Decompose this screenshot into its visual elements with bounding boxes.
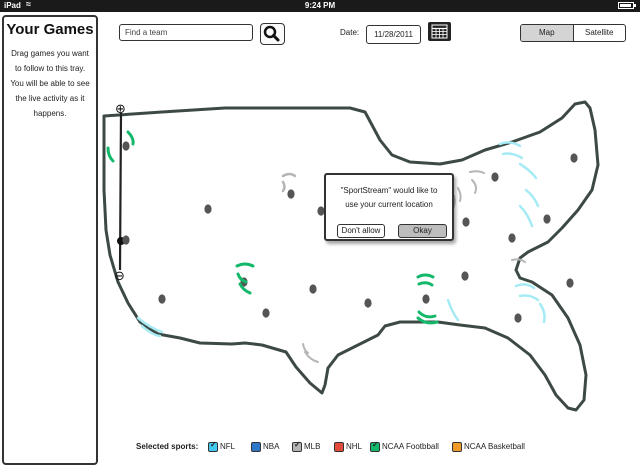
sport-label: NBA xyxy=(263,442,280,451)
mlb-activity xyxy=(281,172,297,178)
nfl-activity xyxy=(446,298,460,322)
game-marker[interactable] xyxy=(158,294,166,304)
ncaa-football-activity xyxy=(235,262,255,268)
game-marker[interactable] xyxy=(122,235,130,245)
game-marker[interactable] xyxy=(543,214,551,224)
dialog-message: "SportStream" would like to use your cur… xyxy=(326,184,452,212)
game-marker[interactable] xyxy=(491,172,499,182)
nfl-activity xyxy=(538,302,546,324)
game-marker[interactable] xyxy=(570,153,578,163)
zoom-out-icon[interactable]: ⊖ xyxy=(114,269,125,284)
mlb-checkbox[interactable]: ✓ xyxy=(292,440,302,452)
nhl-checkbox[interactable] xyxy=(334,442,344,452)
dialog-message-line1: "SportStream" would like to xyxy=(340,186,438,195)
game-marker[interactable] xyxy=(364,298,372,308)
ncaa-football-checkbox[interactable]: ✓ xyxy=(370,440,380,452)
dont-allow-button[interactable]: Don't allow xyxy=(337,224,385,238)
dialog-message-line2: use your current location xyxy=(345,200,433,209)
us-map-outline xyxy=(102,100,600,412)
sports-filter-label: Selected sports: xyxy=(136,442,199,451)
ncaa-basketball-checkbox[interactable] xyxy=(452,442,462,452)
game-marker[interactable] xyxy=(508,233,516,243)
us-map[interactable]: ⊕ ⊖ xyxy=(0,0,640,468)
checkmark-icon: ✓ xyxy=(294,440,301,449)
mlb-activity xyxy=(471,179,477,194)
ncaa-football-activity xyxy=(417,281,434,287)
nfl-activity xyxy=(518,204,534,228)
sport-label: NHL xyxy=(346,442,363,451)
sport-label: NCAA Footbball xyxy=(382,442,439,451)
nfl-activity xyxy=(514,283,536,290)
game-marker[interactable] xyxy=(122,141,130,151)
game-marker[interactable] xyxy=(422,294,430,304)
checkmark-icon: ✓ xyxy=(372,440,379,449)
game-marker[interactable] xyxy=(287,189,295,199)
zoom-in-icon[interactable]: ⊕ xyxy=(115,102,126,117)
mlb-activity xyxy=(469,170,485,174)
okay-button[interactable]: Okay xyxy=(398,224,447,238)
nfl-activity xyxy=(518,162,538,180)
game-marker[interactable] xyxy=(262,308,270,318)
nfl-activity xyxy=(524,188,540,208)
game-marker[interactable] xyxy=(461,271,469,281)
ncaa-football-activity xyxy=(106,146,115,163)
mlb-activity xyxy=(304,351,319,363)
location-permission-dialog: "SportStream" would like to use your cur… xyxy=(324,173,454,241)
nfl-activity xyxy=(501,152,524,160)
sport-label: NCAA Basketball xyxy=(464,442,525,451)
mlb-activity xyxy=(281,180,286,193)
sport-label: NFL xyxy=(220,442,236,451)
ncaa-football-activity xyxy=(417,310,437,319)
game-marker[interactable] xyxy=(462,217,470,227)
game-marker[interactable] xyxy=(566,278,574,288)
mlb-activity xyxy=(457,187,462,202)
nba-checkbox[interactable] xyxy=(251,442,261,452)
checkmark-icon: ✓ xyxy=(210,440,217,449)
game-marker[interactable] xyxy=(309,284,317,294)
mlb-activity xyxy=(302,343,309,354)
game-marker[interactable] xyxy=(514,313,522,323)
ncaa-football-activity xyxy=(416,273,435,279)
nfl-activity xyxy=(518,294,540,302)
game-marker[interactable] xyxy=(204,204,212,214)
sport-label: MLB xyxy=(304,442,321,451)
zoom-control[interactable]: ⊕ ⊖ xyxy=(114,102,126,284)
nfl-checkbox[interactable]: ✓ xyxy=(208,440,218,452)
ncaa-football-activity xyxy=(126,130,135,146)
